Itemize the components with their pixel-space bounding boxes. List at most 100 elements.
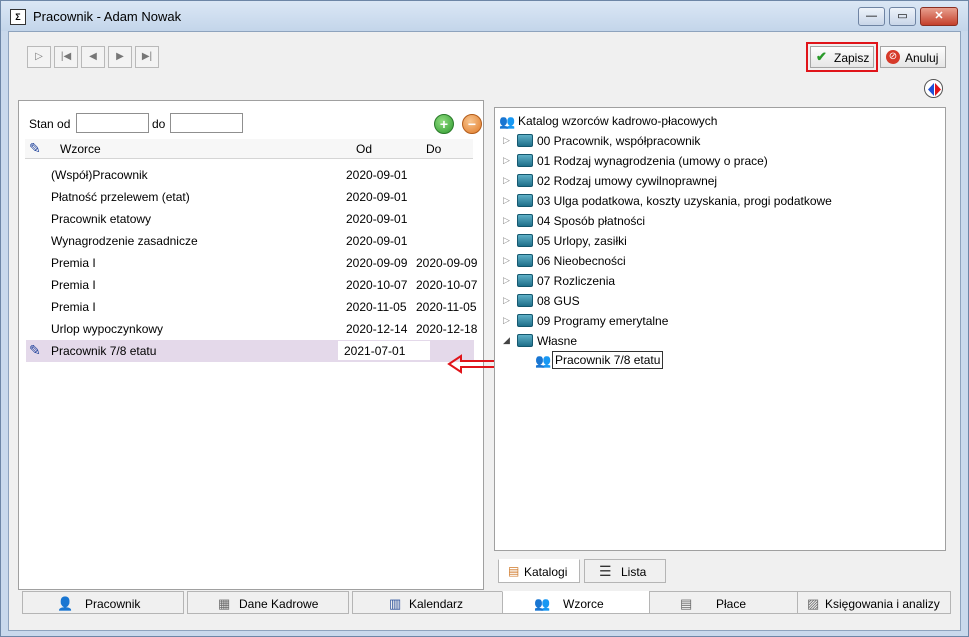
expand-icon[interactable]: ▷ xyxy=(503,175,510,186)
tab-pracownik[interactable]: 👤 Pracownik xyxy=(22,591,184,614)
expand-icon[interactable]: ▷ xyxy=(503,295,510,306)
tab-label: Pracownik xyxy=(85,597,141,611)
save-button[interactable]: ✔ Zapisz xyxy=(810,46,874,68)
tree-root[interactable]: 👥 Katalog wzorców kadrowo-płacowych xyxy=(499,111,939,131)
expand-icon[interactable]: ▷ xyxy=(503,155,510,166)
tree-item[interactable]: ▷ 08 GUS xyxy=(503,291,933,311)
tab-wzorce[interactable]: 👥 Wzorce xyxy=(502,591,664,614)
tab-label: Katalogi xyxy=(524,565,568,579)
maximize-button[interactable]: ▭ xyxy=(889,7,916,26)
window-title: Pracownik - Adam Nowak xyxy=(33,9,182,24)
check-icon: ✔ xyxy=(816,49,827,64)
tree-item-label: 00 Pracownik, współpracownik xyxy=(537,134,701,148)
row-name: Urlop wypoczynkowy xyxy=(51,322,164,336)
row-to: 2020-10-07 xyxy=(416,278,478,292)
to-label: do xyxy=(152,117,166,131)
row-name: Pracownik 7/8 etatu xyxy=(51,344,157,358)
tree-root-label: Katalog wzorców kadrowo-płacowych xyxy=(518,114,718,128)
tree-item-label: 08 GUS xyxy=(537,294,580,308)
book-icon xyxy=(517,234,533,247)
table-row[interactable]: Premia I 2020-09-09 2020-09-09 xyxy=(26,252,477,274)
prev-page-button[interactable]: |◀ xyxy=(54,46,78,68)
tree-child-item[interactable]: 👥 Pracownik 7/8 etatu xyxy=(535,350,735,370)
minimize-button[interactable]: — xyxy=(858,7,885,26)
list-icon: ☰ xyxy=(599,563,612,579)
prev-record-icon: |◀ xyxy=(60,51,72,62)
cancel-label: Anuluj xyxy=(905,51,939,65)
tree-item-label: 04 Sposób płatności xyxy=(537,214,646,228)
tree-item-label: 06 Nieobecności xyxy=(537,254,626,268)
minus-icon: − xyxy=(467,116,477,132)
tree-item[interactable]: ▷ 01 Rodzaj wynagrodzenia (umowy o prace… xyxy=(503,151,933,171)
remove-template-button[interactable]: − xyxy=(462,114,482,134)
tree-item[interactable]: ▷ 00 Pracownik, współpracownik xyxy=(503,131,933,151)
date-from-input[interactable] xyxy=(76,113,149,133)
tab-label: Księgowania i analizy xyxy=(825,597,940,611)
table-row[interactable]: Urlop wypoczynkowy 2020-12-14 2020-12-18 xyxy=(26,318,477,340)
first-record-button[interactable]: ▷ xyxy=(27,46,51,68)
close-button[interactable]: ✕ xyxy=(920,7,958,26)
tree-item[interactable]: ▷ 05 Urlopy, zasiłki xyxy=(503,231,933,251)
row-from[interactable]: 2021-07-01 xyxy=(344,344,405,358)
row-name: Premia I xyxy=(51,256,96,270)
tree-child-label: Pracownik 7/8 etatu xyxy=(552,351,664,369)
row-from: 2020-10-07 xyxy=(346,278,408,292)
table-row[interactable]: Premia I 2020-10-07 2020-10-07 xyxy=(26,274,478,296)
expand-icon[interactable]: ▷ xyxy=(503,195,510,206)
table-row[interactable]: Pracownik etatowy 2020-09-01 xyxy=(26,208,474,230)
tab-ksiegowania[interactable]: ▨ Księgowania i analizy xyxy=(797,591,951,614)
tab-place[interactable]: ▤ Płace xyxy=(649,591,811,614)
tree-item[interactable]: ▷ 07 Rozliczenia xyxy=(503,271,933,291)
users-icon: 👥 xyxy=(499,114,516,129)
tree-item[interactable]: ▷ 03 Ulga podatkowa, koszty uzyskania, p… xyxy=(503,191,933,211)
tree-item[interactable]: ▷ 02 Rodzaj umowy cywilnoprawnej xyxy=(503,171,933,191)
save-button-highlight: ✔ Zapisz xyxy=(806,42,878,72)
book-icon xyxy=(517,214,533,227)
book-icon xyxy=(517,334,533,347)
prev-button[interactable]: ◀ xyxy=(81,46,105,68)
book-icon xyxy=(517,274,533,287)
column-header-to[interactable]: Do xyxy=(426,142,441,156)
expand-icon[interactable]: ▷ xyxy=(503,135,510,146)
table-row-selected[interactable]: ✎ Pracownik 7/8 etatu 2021-07-01 xyxy=(26,340,474,362)
column-header-name[interactable]: Wzorce xyxy=(60,142,101,156)
tab-katalogi[interactable]: ▤ Katalogi xyxy=(498,559,580,583)
catalog-icon: ▤ xyxy=(508,564,520,578)
expand-icon[interactable]: ▷ xyxy=(503,315,510,326)
first-record-icon: ▷ xyxy=(35,51,43,62)
templates-grid-header: ✎ Wzorce Od Do xyxy=(25,139,473,159)
expand-icon[interactable]: ▷ xyxy=(503,215,510,226)
row-from: 2020-09-01 xyxy=(346,168,408,182)
expand-icon[interactable]: ▷ xyxy=(503,235,510,246)
minimize-icon: — xyxy=(866,10,877,22)
tab-kalendarz[interactable]: ▥ Kalendarz xyxy=(352,591,514,614)
ledger-icon: ▨ xyxy=(807,596,820,611)
collapse-icon[interactable]: ◢ xyxy=(503,335,510,346)
tree-item[interactable]: ▷ 06 Nieobecności xyxy=(503,251,933,271)
date-to-input[interactable] xyxy=(170,113,243,133)
tree-item[interactable]: ▷ 04 Sposób płatności xyxy=(503,211,933,231)
add-template-button[interactable]: + xyxy=(434,114,454,134)
expand-icon[interactable]: ▷ xyxy=(503,275,510,286)
tree-item-expanded[interactable]: ◢ Własne xyxy=(503,331,933,351)
tab-lista[interactable]: ☰ Lista xyxy=(584,559,666,583)
table-row[interactable]: (Współ)Pracownik 2020-09-01 xyxy=(26,164,474,186)
row-from: 2020-09-09 xyxy=(346,256,408,270)
book-icon xyxy=(517,314,533,327)
app-window: Σ Pracownik - Adam Nowak — ▭ ✕ ▷ |◀ ◀ ▶ … xyxy=(0,0,969,637)
last-record-button[interactable]: ▶| xyxy=(135,46,159,68)
row-from: 2020-11-05 xyxy=(346,300,407,314)
next-button[interactable]: ▶ xyxy=(108,46,132,68)
calculator-icon: ▤ xyxy=(680,596,693,611)
tab-dane-kadrowe[interactable]: ▦ Dane Kadrowe xyxy=(187,591,349,614)
table-row[interactable]: Premia I 2020-11-05 2020-11-05 xyxy=(26,296,477,318)
tree-item-label: 02 Rodzaj umowy cywilnoprawnej xyxy=(537,174,718,188)
book-icon xyxy=(517,194,533,207)
table-row[interactable]: Wynagrodzenie zasadnicze 2020-09-01 xyxy=(26,230,474,252)
cancel-button[interactable]: ⊘ Anuluj xyxy=(880,46,946,68)
tree-item[interactable]: ▷ 09 Programy emerytalne xyxy=(503,311,933,331)
expand-icon[interactable]: ▷ xyxy=(503,255,510,266)
arrows-icon[interactable] xyxy=(924,79,943,98)
column-header-from[interactable]: Od xyxy=(356,142,372,156)
table-row[interactable]: Płatność przelewem (etat) 2020-09-01 xyxy=(26,186,474,208)
